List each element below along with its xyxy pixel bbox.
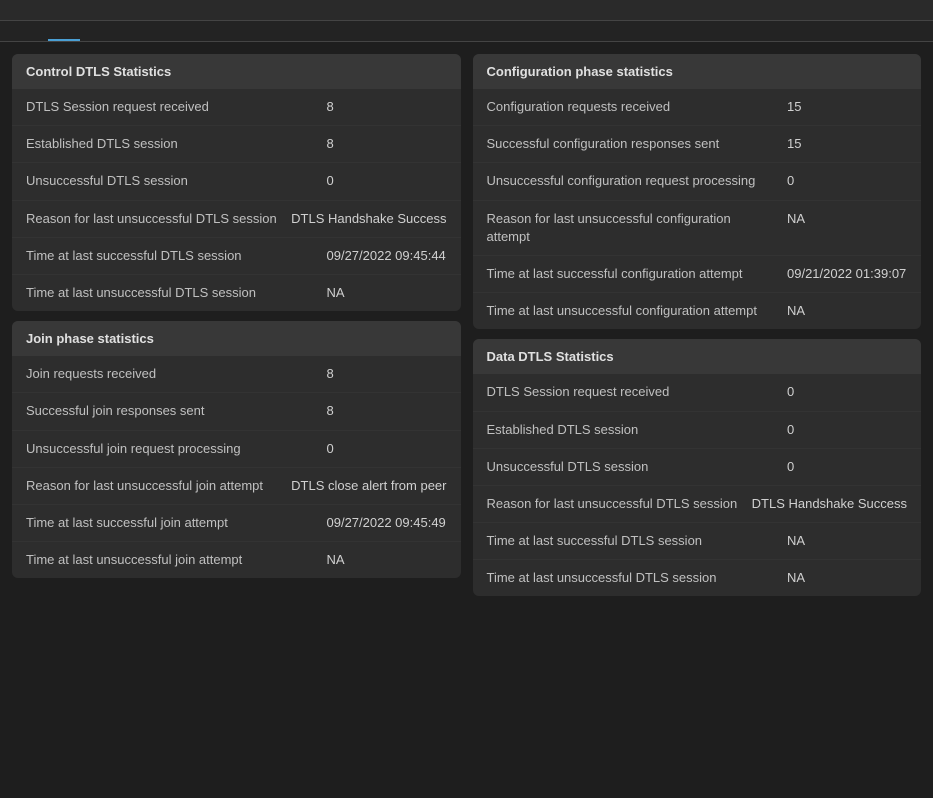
stat-row: Reason for last unsuccessful DTLS sessio… (473, 486, 922, 523)
stat-value: 8 (327, 365, 447, 383)
stat-row: Reason for last unsuccessful join attemp… (12, 468, 461, 505)
main-content: Control DTLS StatisticsDTLS Session requ… (0, 42, 933, 608)
stat-label: Time at last successful DTLS session (487, 532, 788, 550)
stat-label: Time at last unsuccessful configuration … (487, 302, 788, 320)
section-data-dtls: Data DTLS StatisticsDTLS Session request… (473, 339, 922, 596)
stat-value: 0 (787, 421, 907, 439)
stat-value: 8 (327, 402, 447, 420)
stat-label: Reason for last unsuccessful join attemp… (26, 477, 291, 495)
stat-row: Join requests received8 (12, 356, 461, 393)
stat-label: Time at last successful configuration at… (487, 265, 788, 283)
stat-row: Time at last unsuccessful DTLS sessionNA (473, 560, 922, 596)
stat-label: Successful configuration responses sent (487, 135, 788, 153)
stat-row: Time at last unsuccessful configuration … (473, 293, 922, 329)
stat-row: Established DTLS session8 (12, 126, 461, 163)
stat-value: DTLS Handshake Success (752, 495, 907, 513)
tab-bar (0, 21, 933, 42)
stat-value: 8 (327, 98, 447, 116)
stat-label: Unsuccessful join request processing (26, 440, 327, 458)
stat-value: 0 (787, 172, 907, 190)
stat-row: Time at last unsuccessful DTLS sessionNA (12, 275, 461, 311)
section-header-data-dtls: Data DTLS Statistics (473, 339, 922, 374)
stat-row: Time at last successful configuration at… (473, 256, 922, 293)
section-config-phase: Configuration phase statisticsConfigurat… (473, 54, 922, 329)
stat-value: 09/27/2022 09:45:44 (327, 247, 447, 265)
stat-label: Reason for last unsuccessful DTLS sessio… (487, 495, 752, 513)
stat-value: NA (787, 210, 907, 228)
stat-row: Time at last successful DTLS session09/2… (12, 238, 461, 275)
stat-label: Successful join responses sent (26, 402, 327, 420)
stat-value: NA (787, 302, 907, 320)
stat-value: NA (327, 284, 447, 302)
stat-label: Reason for last unsuccessful configurati… (487, 210, 788, 246)
stat-row: Established DTLS session0 (473, 412, 922, 449)
stat-label: Join requests received (26, 365, 327, 383)
stat-value: 0 (327, 440, 447, 458)
stat-value: NA (787, 532, 907, 550)
section-header-control-dtls: Control DTLS Statistics (12, 54, 461, 89)
stat-row: Unsuccessful DTLS session0 (473, 449, 922, 486)
left-column: Control DTLS StatisticsDTLS Session requ… (12, 54, 461, 596)
stat-label: DTLS Session request received (26, 98, 327, 116)
stat-row: Unsuccessful DTLS session0 (12, 163, 461, 200)
stat-value: 8 (327, 135, 447, 153)
stat-label: Time at last successful join attempt (26, 514, 327, 532)
right-column: Configuration phase statisticsConfigurat… (473, 54, 922, 596)
stat-row: Time at last successful join attempt09/2… (12, 505, 461, 542)
stat-label: Established DTLS session (487, 421, 788, 439)
stat-value: 0 (327, 172, 447, 190)
stat-row: Unsuccessful configuration request proce… (473, 163, 922, 200)
stat-row: Time at last unsuccessful join attemptNA (12, 542, 461, 578)
stat-value: NA (787, 569, 907, 587)
stat-value: NA (327, 551, 447, 569)
stat-value: 0 (787, 383, 907, 401)
stat-row: Successful configuration responses sent1… (473, 126, 922, 163)
stat-row: Configuration requests received15 (473, 89, 922, 126)
stat-label: Established DTLS session (26, 135, 327, 153)
stat-value: 09/21/2022 01:39:07 (787, 265, 907, 283)
stat-value: 09/27/2022 09:45:49 (327, 514, 447, 532)
stat-row: Reason for last unsuccessful configurati… (473, 201, 922, 256)
stat-row: Successful join responses sent8 (12, 393, 461, 430)
section-join-phase: Join phase statisticsJoin requests recei… (12, 321, 461, 578)
stat-label: Unsuccessful DTLS session (487, 458, 788, 476)
stat-row: Reason for last unsuccessful DTLS sessio… (12, 201, 461, 238)
title-bar (0, 0, 933, 21)
stat-row: DTLS Session request received0 (473, 374, 922, 411)
stat-row: Unsuccessful join request processing0 (12, 431, 461, 468)
stat-label: Reason for last unsuccessful DTLS sessio… (26, 210, 291, 228)
stat-label: DTLS Session request received (487, 383, 788, 401)
section-header-join-phase: Join phase statistics (12, 321, 461, 356)
section-control-dtls: Control DTLS StatisticsDTLS Session requ… (12, 54, 461, 311)
section-header-config-phase: Configuration phase statistics (473, 54, 922, 89)
stat-value: 15 (787, 135, 907, 153)
stat-label: Unsuccessful configuration request proce… (487, 172, 788, 190)
stat-row: Time at last successful DTLS sessionNA (473, 523, 922, 560)
stat-label: Time at last unsuccessful DTLS session (26, 284, 327, 302)
stat-row: DTLS Session request received8 (12, 89, 461, 126)
stat-label: Unsuccessful DTLS session (26, 172, 327, 190)
tab-statistics[interactable] (48, 21, 80, 41)
tab-general[interactable] (16, 21, 48, 41)
stat-value: 0 (787, 458, 907, 476)
stat-label: Time at last unsuccessful join attempt (26, 551, 327, 569)
stat-label: Configuration requests received (487, 98, 788, 116)
stat-value: 15 (787, 98, 907, 116)
stat-value: DTLS Handshake Success (291, 210, 446, 228)
stat-label: Time at last unsuccessful DTLS session (487, 569, 788, 587)
stat-label: Time at last successful DTLS session (26, 247, 327, 265)
stat-value: DTLS close alert from peer (291, 477, 446, 495)
